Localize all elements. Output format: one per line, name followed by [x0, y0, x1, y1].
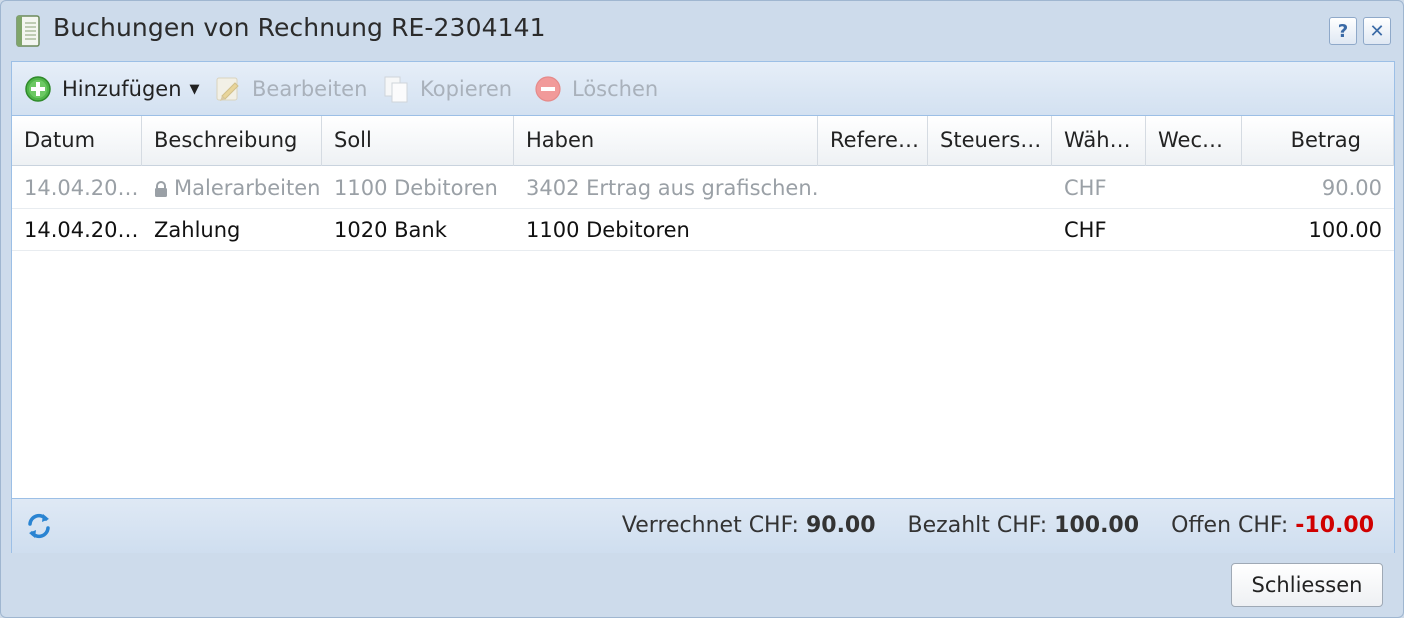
title-bar[interactable]: Buchungen von Rechnung RE-2304141 ? ✕ [1, 1, 1403, 59]
cell-betrag: 100.00 [1308, 218, 1382, 242]
balance-summary: Verrechnet CHF: 90.00 Bezahlt CHF: 100.0… [622, 513, 1374, 538]
verrechnet-value: 90.00 [805, 513, 876, 538]
cell-datum: 14.04.20… [24, 176, 139, 200]
cell-referenz [818, 209, 928, 251]
cell-betrag: 90.00 [1321, 176, 1382, 200]
close-window-button[interactable]: ✕ [1363, 17, 1391, 45]
cell-beschreibung-text: Malerarbeiten [174, 176, 321, 200]
cell-soll: 1020 Bank [334, 218, 447, 242]
cell-referenz [818, 167, 928, 209]
add-button[interactable]: Hinzufügen ▼ [24, 74, 200, 104]
delete-label: Löschen [572, 77, 659, 101]
cell-datum: 14.04.20… [24, 218, 139, 242]
cell-haben: 1100 Debitoren [526, 218, 690, 242]
chevron-down-icon[interactable]: ▼ [190, 82, 200, 97]
column-header-waehrung[interactable]: Wäh… [1052, 116, 1146, 166]
bookings-dialog: Buchungen von Rechnung RE-2304141 ? ✕ Hi… [0, 0, 1404, 618]
plus-circle-icon [25, 76, 51, 102]
refresh-icon[interactable] [24, 511, 54, 541]
edit-label: Bearbeiten [252, 77, 368, 101]
copy-button[interactable]: Kopieren [382, 74, 512, 104]
column-header-steuersatz[interactable]: Steuers… [928, 116, 1052, 166]
cell-haben: 3402 Ertrag aus grafischen… [526, 176, 818, 200]
column-header-wechselkurs[interactable]: Wec… [1146, 116, 1242, 166]
toolbar: Hinzufügen ▼ Bearbeiten Kopieren Löschen [12, 62, 1394, 116]
cell-beschreibung: Malerarbeiten [142, 167, 322, 209]
cell-waehrung: CHF [1064, 218, 1107, 242]
pencil-icon [216, 77, 239, 101]
dialog-title: Buchungen von Rechnung RE-2304141 [53, 13, 546, 42]
column-header-referenz[interactable]: Refere… [818, 116, 928, 166]
add-label: Hinzufügen [62, 77, 182, 101]
delete-button[interactable]: Löschen [534, 74, 658, 104]
cell-waehrung: CHF [1064, 176, 1107, 200]
column-header-haben[interactable]: Haben [514, 116, 818, 166]
close-button[interactable]: Schliessen [1231, 563, 1383, 607]
lock-icon [155, 181, 167, 197]
cell-wechselkurs [1146, 167, 1242, 209]
help-icon: ? [1337, 20, 1349, 42]
cell-soll: 1100 Debitoren [334, 176, 498, 200]
column-header-datum[interactable]: Datum [12, 116, 142, 166]
bezahlt-label: Bezahlt CHF: [907, 513, 1048, 538]
bookings-panel: Hinzufügen ▼ Bearbeiten Kopieren Löschen… [11, 61, 1395, 553]
close-icon: ✕ [1369, 20, 1385, 42]
copy-icon [384, 76, 408, 103]
cell-steuersatz [928, 167, 1052, 209]
minus-circle-icon [535, 76, 561, 102]
column-header-beschreibung[interactable]: Beschreibung [142, 116, 322, 166]
edit-button[interactable]: Bearbeiten [214, 74, 367, 104]
ledger-icon [16, 15, 40, 47]
column-header-soll[interactable]: Soll [322, 116, 514, 166]
copy-label: Kopieren [420, 77, 513, 101]
table-row[interactable]: 14.04.20… Malerarbeiten 1100 Debitoren 3… [12, 167, 1394, 209]
cell-beschreibung: Zahlung [154, 218, 241, 242]
help-button[interactable]: ? [1329, 17, 1357, 45]
table-row[interactable]: 14.04.20… Zahlung 1020 Bank 1100 Debitor… [12, 209, 1394, 251]
offen-label: Offen CHF: [1171, 513, 1289, 538]
cell-steuersatz [928, 209, 1052, 251]
grid-header: Datum Beschreibung Soll Haben Refere… St… [12, 116, 1394, 166]
verrechnet-label: Verrechnet CHF: [621, 513, 799, 538]
column-header-betrag[interactable]: Betrag [1242, 116, 1394, 166]
offen-value: -10.00 [1295, 513, 1374, 538]
cell-wechselkurs [1146, 209, 1242, 251]
grid-footer: Verrechnet CHF: 90.00 Bezahlt CHF: 100.0… [12, 498, 1394, 553]
bezahlt-value: 100.00 [1054, 513, 1140, 538]
